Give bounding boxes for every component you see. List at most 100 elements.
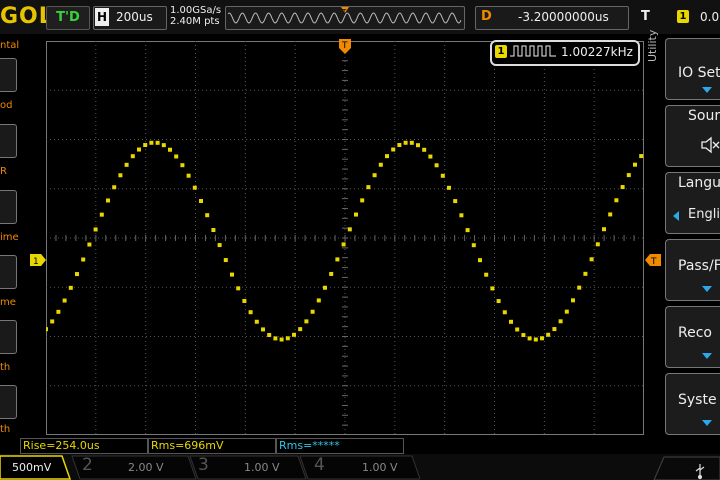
submenu-arrow-icon [702,420,712,426]
left-menu-label: ime [0,232,19,243]
waveform-sample-point [248,310,253,315]
waveform-sample-point [130,154,135,159]
waveform-sample-point [99,212,104,217]
submenu-arrow-icon [702,286,712,292]
waveform-display[interactable] [44,40,645,435]
channel3-number[interactable]: 3 [198,455,209,475]
waveform-sample-point [329,271,334,276]
waveform-sample-point [68,285,73,290]
channel4-scale: 1.00 V [362,461,398,474]
memory-overview-strip[interactable]: T [225,6,465,30]
waveform-sample-point [583,271,588,276]
menu-record[interactable]: Reco [665,306,720,368]
measurement-rise-time[interactable]: Rise=254.0us [20,438,148,454]
acquisition-info: 1.00GSa/s 2.40M pts [170,5,221,27]
trigger-level-label: T [650,257,657,266]
utility-menu: IO Set Sour Langu Engli Pass/F Reco Syst… [665,38,720,438]
waveform-sample-point [149,140,154,145]
waveform-sample-point [217,243,222,248]
waveform-sample-point [161,143,166,148]
menu-system[interactable]: Syste [665,373,720,435]
waveform-sample-point [558,319,563,324]
waveform-sample-point [620,185,625,190]
menu-io-setting[interactable]: IO Set [665,38,720,100]
trigger-value: 0.0 [700,10,720,24]
waveform-sample-point [347,227,352,232]
left-menu-label: ntal [0,40,20,51]
waveform-sample-point [409,140,414,145]
waveform-sample-point [316,298,321,303]
menu-pass-fail[interactable]: Pass/F [665,239,720,301]
menu-language-label: Langu [678,175,720,191]
channel2-number[interactable]: 2 [82,455,93,475]
menu-system-label: Syste [678,392,717,408]
left-menu-button-5[interactable] [0,320,17,354]
waveform-sample-point [273,336,278,341]
waveform-sample-point [397,143,402,148]
waveform-sample-point [533,337,538,342]
waveform-sample-point [614,198,619,203]
left-menu-button-3[interactable] [0,190,17,224]
speaker-mute-icon [701,136,720,154]
waveform-sample-point [87,242,92,247]
menu-language[interactable]: Langu Engli [665,172,720,234]
submenu-arrow-icon [702,353,712,359]
waveform-sample-point [44,327,48,332]
menu-sound[interactable]: Sour [665,105,720,167]
waveform-sample-point [422,147,427,152]
waveform-sample-point [199,198,203,203]
memory-depth: 2.40M pts [170,16,220,27]
channel1-scale[interactable]: 500mV [12,461,51,474]
waveform-sample-point [633,162,637,167]
delay-value: -3.20000000us [518,10,609,24]
trigger-channel-badge: 1 [677,10,689,23]
horizontal-label: H [95,8,109,26]
waveform-sample-point [354,212,358,217]
waveform-sample-point [416,143,420,148]
waveform-sample-point [403,140,408,145]
left-menu-label: me [0,297,16,308]
channel3-scale: 1.00 V [244,461,280,474]
left-menu-button-4[interactable] [0,255,17,289]
waveform-sample-point [261,327,265,332]
run-status-indicator[interactable]: T'D [46,6,90,30]
left-menu-button-1[interactable] [0,58,17,92]
submenu-arrow-icon [702,87,712,93]
left-menu-label: R [0,166,7,177]
waveform-sample-point [372,173,377,178]
left-menu-button-6[interactable] [0,385,17,419]
waveform-sample-point [490,286,495,291]
trigger-position-marker[interactable]: T [338,38,352,56]
waveform-sample-point [211,228,216,233]
waveform-sample-point [75,272,79,277]
menu-language-value: Engli [688,207,720,222]
waveform-sample-point [391,147,396,152]
channel4-number[interactable]: 4 [314,455,325,475]
waveform-sample-point [112,185,117,190]
measurement-rms-ch1[interactable]: Rms=696mV [148,438,276,454]
trigger-label[interactable]: T [641,9,650,24]
waveform-sample-point [174,154,179,159]
waveform-sample-point [137,147,141,152]
waveform-sample-point [515,327,520,332]
waveform-sample-point [521,333,526,338]
waveform-sample-point [608,212,613,217]
trigger-level-marker[interactable]: T [645,254,661,266]
waveform-sample-point [496,299,501,304]
left-arrow-icon [673,211,679,221]
menu-pass-fail-label: Pass/F [678,258,720,274]
waveform-sample-point [56,309,61,314]
waveform-sample-point [323,285,327,290]
waveform-sample-point [465,228,470,233]
channel1-offset-marker[interactable]: 1 [30,254,46,266]
waveform-sample-point [564,309,569,314]
waveform-sample-point [205,213,210,218]
waveform-sample-point [434,163,439,168]
menu-io-setting-label: IO Set [678,65,720,81]
waveform-sample-point [279,337,284,342]
waveform-sample-point [509,319,513,324]
memory-overview-waveform: T [227,7,462,24]
measurement-rms-ch2[interactable]: Rms=***** [276,438,404,454]
left-menu-button-2[interactable] [0,124,17,158]
waveform-sample-point [360,198,365,203]
